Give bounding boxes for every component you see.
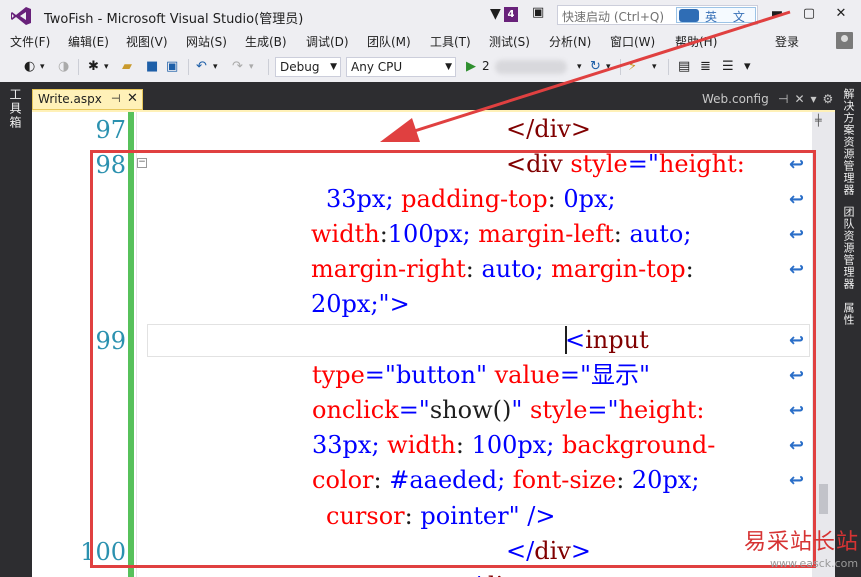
ime-mode-label: 英 文 [705, 10, 751, 24]
sign-in-link[interactable]: 登录 [775, 33, 799, 50]
account-icon[interactable] [836, 32, 853, 49]
quick-launch-input[interactable]: 快速启动 (Ctrl+Q) 英 文 [557, 5, 758, 25]
scrollbar-thumb[interactable] [819, 484, 828, 514]
start-target-label[interactable]: 2 [482, 59, 490, 73]
redo-dropdown-icon[interactable]: ▾ [249, 58, 254, 76]
solution-configuration-dropdown[interactable]: Debug ▼ [275, 57, 341, 77]
configuration-value: Debug [280, 60, 320, 74]
refresh-icon[interactable]: ↻ [590, 58, 601, 76]
platform-value: Any CPU [351, 60, 403, 74]
team-explorer-tab[interactable]: 团队资源管理器 [838, 206, 856, 290]
menu-debug[interactable]: 调试(D) [306, 33, 349, 50]
menu-bar: 文件(F) 编辑(E) 视图(V) 网站(S) 生成(B) 调试(D) 团队(M… [0, 30, 861, 52]
close-window-button[interactable]: ✕ [830, 4, 852, 24]
pin-icon[interactable]: ⊣ [778, 92, 794, 106]
code-token: </ [506, 115, 535, 143]
refresh-dropdown-icon[interactable]: ▾ [606, 58, 611, 76]
code-line: </div> [506, 114, 591, 144]
toolbar-options-icon[interactable]: ▾ [744, 58, 751, 76]
close-icon[interactable]: ✕ [127, 91, 138, 106]
navigate-back-icon[interactable]: ◐ [24, 58, 35, 76]
tab-well-icons: ⊣✕▾⚙ [778, 92, 839, 106]
chevron-down-icon[interactable]: ▾ [811, 92, 823, 106]
toolbar-separator [268, 59, 269, 75]
annotation-highlight-box [90, 150, 816, 568]
toolbar-separator [620, 59, 621, 75]
toolbox-tab[interactable]: 工具箱 [8, 88, 24, 130]
code-token: div [480, 572, 517, 577]
menu-help[interactable]: 帮助(H) [675, 33, 717, 50]
filter-icon[interactable]: ▼ [490, 6, 501, 22]
left-tool-strip [0, 82, 32, 577]
undo-icon[interactable]: ↶ [196, 58, 207, 76]
tab-web-config[interactable]: Web.config [702, 92, 769, 106]
open-file-icon[interactable]: ▰ [122, 58, 132, 76]
code-token: div [534, 115, 571, 143]
toolbar-separator [188, 59, 189, 75]
window-title: TwoFish - Microsoft Visual Studio(管理员) [44, 12, 304, 27]
pin-icon[interactable]: ⊣ [111, 92, 121, 105]
save-all-icon[interactable]: ▣ [166, 58, 178, 76]
chevron-down-icon: ▼ [445, 62, 452, 72]
settings-gear-icon[interactable]: ⚙ [823, 92, 840, 106]
ime-indicator: 英 文 [676, 7, 756, 24]
line-number: 97 [95, 116, 126, 144]
menu-test[interactable]: 测试(S) [489, 33, 530, 50]
menu-build[interactable]: 生成(B) [245, 33, 287, 50]
solution-platform-dropdown[interactable]: Any CPU ▼ [346, 57, 456, 77]
quick-launch-placeholder: 快速启动 (Ctrl+Q) [562, 10, 665, 24]
menu-file[interactable]: 文件(F) [10, 33, 50, 50]
toolbar-separator [78, 59, 79, 75]
navigate-forward-icon[interactable]: ◑ [58, 58, 69, 76]
tab-write-aspx[interactable]: Write.aspx ⊣ ✕ [32, 89, 143, 110]
redacted-browser-name [495, 60, 567, 74]
notification-badge[interactable]: 4 [504, 7, 518, 22]
close-icon[interactable]: ✕ [794, 92, 810, 106]
redo-icon[interactable]: ↷ [232, 58, 243, 76]
start-dropdown-icon[interactable]: ▾ [577, 58, 582, 76]
menu-edit[interactable]: 编辑(E) [68, 33, 109, 50]
properties-tab[interactable]: 属性 [838, 302, 856, 326]
tab-label: Write.aspx [38, 92, 102, 106]
browser-link-icon[interactable]: ⚡ [628, 58, 637, 76]
menu-website[interactable]: 网站(S) [186, 33, 227, 50]
ime-logo-icon [679, 9, 699, 22]
toolbar-separator [668, 59, 669, 75]
standard-toolbar: ◐ ▾ ◑ ✱ ▾ ▰ ■ ▣ ↶ ▾ ↷ ▾ Debug ▼ Any CPU … [0, 54, 861, 80]
new-project-icon[interactable]: ✱ [88, 58, 99, 76]
split-window-icon[interactable]: ╪ [815, 114, 822, 127]
code-line: </div> [452, 571, 537, 577]
menu-analyze[interactable]: 分析(N) [549, 33, 591, 50]
new-dropdown-icon[interactable]: ▾ [104, 58, 109, 76]
chevron-down-icon: ▼ [330, 62, 337, 72]
save-icon[interactable]: ■ [146, 58, 158, 76]
start-debugging-icon[interactable]: ▶ [466, 58, 476, 76]
comment-lines-icon[interactable]: ≣ [700, 58, 711, 76]
solution-explorer-tab[interactable]: 解决方案资源管理器 [838, 88, 856, 196]
menu-view[interactable]: 视图(V) [126, 33, 168, 50]
feedback-icon[interactable]: ▣ [532, 5, 544, 20]
maximize-button[interactable]: ▢ [798, 4, 820, 24]
visual-studio-logo-icon [11, 7, 31, 25]
code-token: > [517, 572, 537, 577]
code-token: </ [452, 572, 480, 577]
title-bar: TwoFish - Microsoft Visual Studio(管理员) ▼… [0, 0, 861, 30]
menu-window[interactable]: 窗口(W) [610, 33, 655, 50]
code-token: > [570, 115, 591, 143]
format-document-icon[interactable]: ▤ [678, 58, 690, 76]
watermark-logo: 易采站长站 [744, 530, 860, 555]
menu-tools[interactable]: 工具(T) [430, 33, 471, 50]
indent-icon[interactable]: ☰ [722, 58, 734, 76]
menu-team[interactable]: 团队(M) [367, 33, 411, 50]
browser-link-dropdown-icon[interactable]: ▾ [652, 58, 657, 76]
back-dropdown-icon[interactable]: ▾ [40, 58, 45, 76]
watermark-url: www.easck.com [770, 557, 859, 570]
minimize-button[interactable]: ▬ [766, 4, 788, 24]
undo-dropdown-icon[interactable]: ▾ [213, 58, 218, 76]
